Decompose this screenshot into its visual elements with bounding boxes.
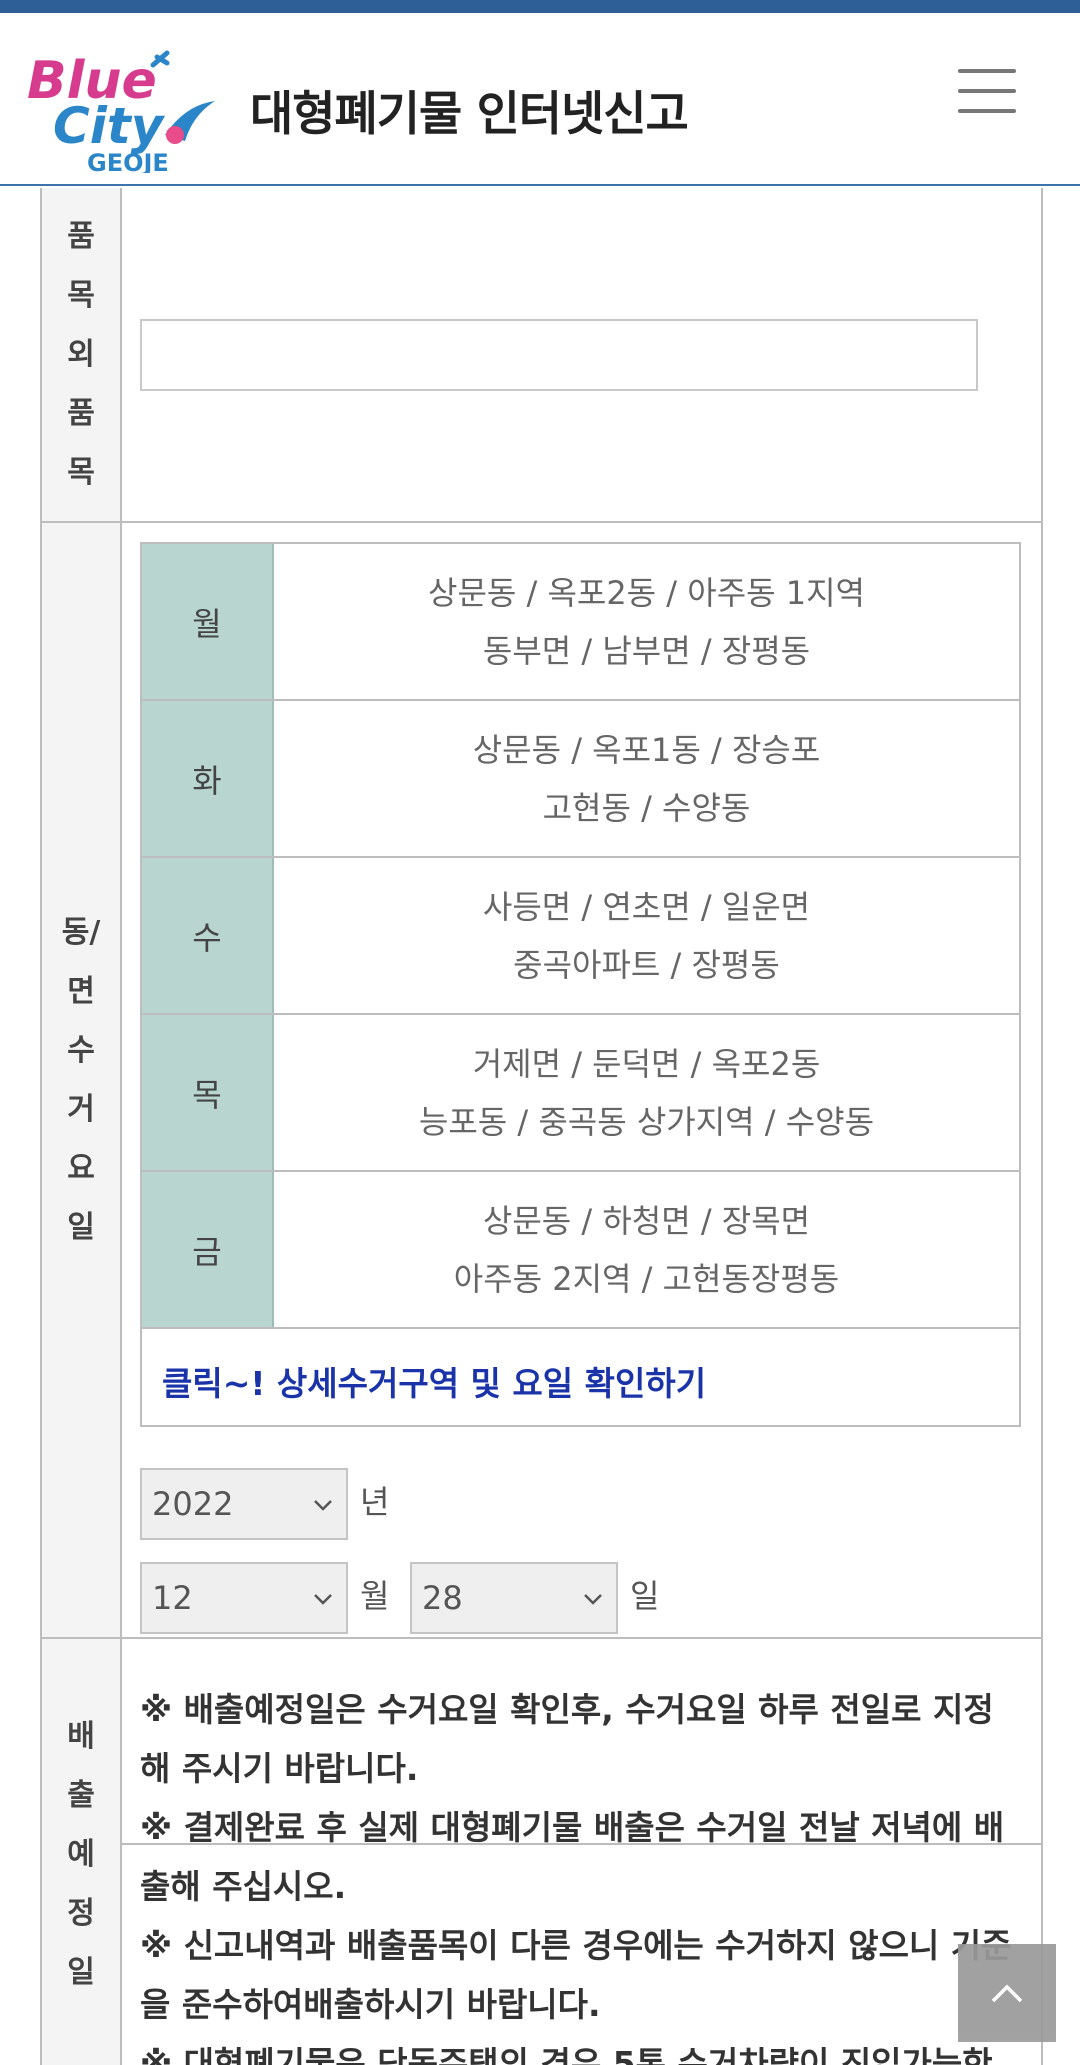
area-cell: 거제면 / 둔덕면 / 옥포2동 능포동 / 중곡동 상가지역 / 수양동: [274, 1015, 1019, 1170]
extra-item-label-cell: 품목외품목: [42, 188, 122, 521]
area-line: 중곡아파트 / 장평동: [513, 945, 780, 984]
chevron-down-icon: [584, 1594, 602, 1605]
svg-text:City: City: [53, 97, 166, 155]
schedule-label-cell: 동/면 수거요일: [42, 523, 122, 1637]
note-item: ※ 결제완료 후 실제 대형폐기물 배출은 수거일 전날 저녁에 배출해 주십시…: [140, 1808, 1005, 1906]
note-item: ※ 신고내역과 배출품목이 다른 경우에는 수거하지 않으니 기준을 준수하여배…: [140, 1926, 1012, 2024]
year-unit: 년: [360, 1483, 390, 1521]
schedule-row-thu: 목 거제면 / 둔덕면 / 옥포2동 능포동 / 중곡동 상가지역 / 수양동: [142, 1015, 1019, 1172]
blue-city-geoje-logo[interactable]: Blue City GEOJE: [25, 43, 230, 173]
day-select[interactable]: 28: [410, 1562, 618, 1634]
area-cell: 상문동 / 옥포2동 / 아주동 1지역 동부면 / 남부면 / 장평동: [274, 544, 1019, 699]
area-line: 능포동 / 중곡동 상가지역 / 수양동: [418, 1102, 875, 1141]
detail-schedule-link[interactable]: 클릭~! 상세수거구역 및 요일 확인하기: [162, 1357, 706, 1405]
area-line: 상문동 / 하청면 / 장목면: [482, 1201, 811, 1240]
date-label-cell: 배출예정일: [42, 1639, 122, 2065]
area-cell: 상문동 / 옥포1동 / 장승포 고현동 / 수양동: [274, 701, 1019, 856]
day-value: 28: [422, 1579, 463, 1617]
area-cell: 사등면 / 연초면 / 일운면 중곡아파트 / 장평동: [274, 858, 1019, 1013]
area-line: 동부면 / 남부면 / 장평동: [482, 631, 811, 670]
day-cell: 수: [142, 858, 274, 1013]
month-value: 12: [152, 1579, 193, 1617]
day-cell: 목: [142, 1015, 274, 1170]
top-accent-bar: [0, 0, 1080, 13]
hamburger-menu-icon[interactable]: [958, 69, 1016, 113]
day-cell: 금: [142, 1172, 274, 1327]
area-cell: 상문동 / 하청면 / 장목면 아주동 2지역 / 고현동장평동: [274, 1172, 1019, 1327]
row-divider: [42, 521, 1041, 523]
chevron-up-icon: [991, 1984, 1023, 2003]
note-item: ※ 대형폐기물은 단독주택의 경우 5톤 수거차량이 진입가능한: [140, 2044, 993, 2065]
year-select[interactable]: 2022: [140, 1468, 348, 1540]
area-line: 고현동 / 수양동: [542, 788, 751, 827]
note-item: ※ 배출예정일은 수거요일 확인후, 수거요일 하루 전일로 지정해 주시기 바…: [140, 1690, 994, 1788]
day-cell: 월: [142, 544, 274, 699]
chevron-down-icon: [314, 1594, 332, 1605]
extra-item-input[interactable]: [140, 319, 978, 391]
area-line: 상문동 / 옥포2동 / 아주동 1지역: [428, 573, 865, 612]
area-line: 사등면 / 연초면 / 일운면: [482, 887, 811, 926]
row-divider: [42, 1637, 1041, 1639]
scroll-to-top-button[interactable]: [958, 1944, 1056, 2042]
date-label: 배출예정일: [67, 1718, 95, 1990]
area-line: 아주동 2지역 / 고현동장평동: [453, 1259, 840, 1298]
day-unit: 일: [630, 1577, 660, 1615]
schedule-row-tue: 화 상문동 / 옥포1동 / 장승포 고현동 / 수양동: [142, 701, 1019, 858]
area-line: 상문동 / 옥포1동 / 장승포: [472, 730, 821, 769]
extra-item-label: 품목외품목: [67, 219, 95, 490]
area-line: 거제면 / 둔덕면 / 옥포2동: [472, 1044, 821, 1083]
site-header: Blue City GEOJE 대형폐기물 인터넷신고: [0, 13, 1080, 186]
month-select[interactable]: 12: [140, 1562, 348, 1634]
month-unit: 월: [360, 1577, 390, 1615]
disposal-notes: ※ 배출예정일은 수거요일 확인후, 수거요일 하루 전일로 지정해 주시기 바…: [140, 1680, 1020, 2065]
chevron-down-icon: [314, 1500, 332, 1511]
schedule-row-fri: 금 상문동 / 하청면 / 장목면 아주동 2지역 / 고현동장평동: [142, 1172, 1019, 1329]
year-value: 2022: [152, 1485, 234, 1523]
schedule-label: 동/면 수거요일: [61, 915, 106, 1245]
schedule-row-wed: 수 사등면 / 연초면 / 일운면 중곡아파트 / 장평동: [142, 858, 1019, 1015]
day-cell: 화: [142, 701, 274, 856]
svg-text:GEOJE: GEOJE: [87, 149, 169, 173]
schedule-row-mon: 월 상문동 / 옥포2동 / 아주동 1지역 동부면 / 남부면 / 장평동: [142, 544, 1019, 701]
schedule-table: 월 상문동 / 옥포2동 / 아주동 1지역 동부면 / 남부면 / 장평동 화…: [140, 542, 1021, 1427]
site-title: 대형폐기물 인터넷신고: [250, 87, 689, 142]
